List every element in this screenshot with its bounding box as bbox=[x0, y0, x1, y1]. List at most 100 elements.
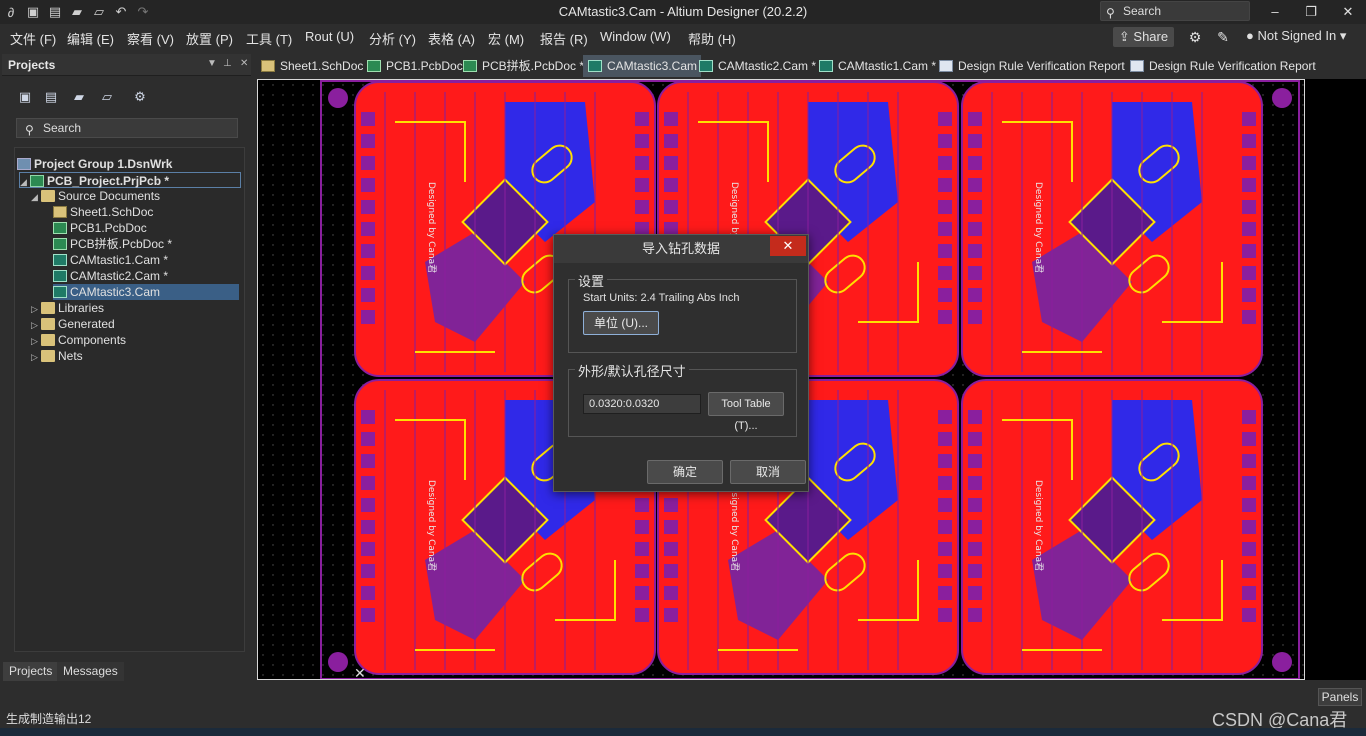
doc-tab-pcb1[interactable]: PCB1.PcbDoc bbox=[362, 55, 467, 77]
tree-item-nets[interactable]: ▷ Nets bbox=[31, 348, 83, 364]
ok-button[interactable]: 确定 bbox=[647, 460, 723, 484]
tree-item-pcb1[interactable]: PCB1.PcbDoc bbox=[53, 220, 147, 236]
tree-item-generated[interactable]: ▷ Generated bbox=[31, 316, 115, 332]
dialog-close-button[interactable]: ✕ bbox=[770, 236, 806, 256]
folder-icon bbox=[41, 318, 55, 330]
doc-tab-drc-report-1[interactable]: Design Rule Verification Report bbox=[934, 55, 1129, 77]
collapse-arrow-icon[interactable]: ▷ bbox=[31, 317, 41, 333]
edge-pad bbox=[938, 564, 952, 578]
restore-icon[interactable]: ❐ bbox=[1296, 2, 1326, 22]
menu-edit[interactable]: 编辑 (E) bbox=[67, 29, 114, 48]
tool-table-button[interactable]: Tool Table (T)... bbox=[708, 392, 784, 432]
expand-arrow-icon[interactable]: ◢ bbox=[20, 174, 30, 190]
pcb-doc-icon bbox=[367, 60, 381, 72]
global-search-input[interactable]: ⚲ Search bbox=[1100, 1, 1250, 21]
gear-icon[interactable]: ⚙ bbox=[1186, 28, 1204, 46]
doc-tab-drc-report-2[interactable]: Design Rule Verification Report bbox=[1125, 55, 1320, 77]
doc-tab-label: Sheet1.SchDoc bbox=[280, 59, 364, 73]
edge-pad bbox=[938, 432, 952, 446]
edge-pad bbox=[361, 410, 375, 424]
tree-item-camtastic1[interactable]: CAMtastic1.Cam * bbox=[53, 252, 168, 268]
add-folder-icon[interactable]: ▰ bbox=[70, 89, 88, 107]
tree-label: CAMtastic3.Cam bbox=[70, 285, 161, 299]
menu-help[interactable]: 帮助 (H) bbox=[688, 29, 736, 48]
doc-tab-camtastic2[interactable]: CAMtastic2.Cam * bbox=[694, 55, 820, 77]
save-all-projects-icon[interactable]: ▤ bbox=[42, 89, 60, 107]
tree-item-camtastic2[interactable]: CAMtastic2.Cam * bbox=[53, 268, 168, 284]
shape-size-group-label: 外形/默认孔径尺寸 bbox=[575, 361, 689, 380]
collapse-arrow-icon[interactable]: ▷ bbox=[31, 349, 41, 365]
tab-messages[interactable]: Messages bbox=[57, 662, 124, 681]
edge-pad bbox=[635, 498, 649, 512]
edge-pad bbox=[635, 542, 649, 556]
share-icon: ⇪ bbox=[1118, 29, 1134, 44]
tree-item-sheet1[interactable]: Sheet1.SchDoc bbox=[53, 204, 153, 220]
account-menu[interactable]: ● Not Signed In ▾ bbox=[1246, 28, 1346, 44]
project-search-input[interactable]: ⚲ Search bbox=[16, 118, 238, 138]
edge-pad bbox=[968, 266, 982, 280]
cam-doc-icon bbox=[53, 286, 67, 298]
panel-close-icon[interactable]: ✕ bbox=[240, 58, 248, 69]
share-label: Share bbox=[1133, 29, 1169, 44]
settings-icon[interactable]: ⚙ bbox=[131, 89, 149, 107]
folder-options-icon[interactable]: ▱ bbox=[98, 89, 116, 107]
edge-pad bbox=[968, 586, 982, 600]
cam-doc-icon bbox=[53, 254, 67, 266]
collapse-arrow-icon[interactable]: ▷ bbox=[31, 301, 41, 317]
cancel-button[interactable]: 取消 bbox=[730, 460, 806, 484]
edge-pad bbox=[968, 288, 982, 302]
save-project-icon[interactable]: ▣ bbox=[16, 89, 34, 107]
minimize-icon[interactable]: – bbox=[1260, 2, 1290, 22]
tree-item-project-group[interactable]: Project Group 1.DsnWrk bbox=[17, 156, 172, 172]
canvas-margin bbox=[1305, 79, 1366, 680]
menu-view[interactable]: 察看 (V) bbox=[127, 29, 174, 48]
close-icon[interactable]: ✕ bbox=[1333, 2, 1363, 22]
menu-tools[interactable]: 工具 (T) bbox=[246, 29, 292, 48]
tree-item-libraries[interactable]: ▷ Libraries bbox=[31, 300, 104, 316]
menu-tables[interactable]: 表格 (A) bbox=[428, 29, 475, 48]
doc-tab-pcb-panel[interactable]: PCB拼板.PcbDoc * bbox=[458, 55, 588, 77]
hole-size-field[interactable]: 0.0320:0.0320 bbox=[583, 394, 701, 414]
tab-projects[interactable]: Projects bbox=[3, 662, 59, 681]
edge-pad bbox=[1242, 244, 1256, 258]
doc-tab-label: CAMtastic1.Cam * bbox=[838, 59, 937, 73]
doc-tab-camtastic1[interactable]: CAMtastic1.Cam * bbox=[814, 55, 940, 77]
edge-pad bbox=[664, 498, 678, 512]
doc-tab-sheet1[interactable]: Sheet1.SchDoc bbox=[256, 55, 367, 77]
panel-menu-icon[interactable]: ▼ bbox=[207, 58, 217, 69]
menu-analysis[interactable]: 分析 (Y) bbox=[369, 29, 416, 48]
expand-arrow-icon[interactable]: ◢ bbox=[31, 189, 41, 205]
collapse-arrow-icon[interactable]: ▷ bbox=[31, 333, 41, 349]
pin-icon[interactable]: ⊥ bbox=[223, 58, 232, 69]
menu-macro[interactable]: 宏 (M) bbox=[488, 29, 524, 48]
edge-pad bbox=[635, 520, 649, 534]
edge-pad bbox=[361, 134, 375, 148]
edge-pad bbox=[938, 222, 952, 236]
project-icon bbox=[30, 175, 44, 187]
edge-pad bbox=[1242, 454, 1256, 468]
panels-button[interactable]: Panels bbox=[1318, 688, 1362, 706]
edge-pad bbox=[664, 134, 678, 148]
tree-label: Components bbox=[58, 333, 127, 347]
tree-item-pcb-panel[interactable]: PCB拼板.PcbDoc * bbox=[53, 236, 172, 252]
tree-item-components[interactable]: ▷ Components bbox=[31, 332, 126, 348]
edge-pad bbox=[664, 564, 678, 578]
menu-route[interactable]: Rout (U) bbox=[305, 29, 354, 44]
menu-window[interactable]: Window (W) bbox=[600, 29, 671, 44]
menu-file[interactable]: 文件 (F) bbox=[10, 29, 56, 48]
notifications-off-icon[interactable]: ✎ bbox=[1214, 28, 1232, 46]
edge-pad bbox=[361, 476, 375, 490]
edge-pad bbox=[361, 156, 375, 170]
edge-pad bbox=[968, 310, 982, 324]
units-button[interactable]: 单位 (U)... bbox=[583, 311, 659, 335]
edge-pad bbox=[1242, 134, 1256, 148]
doc-tab-camtastic3[interactable]: CAMtastic3.Cam bbox=[583, 55, 702, 77]
edge-pad bbox=[968, 244, 982, 258]
tree-item-camtastic3[interactable]: CAMtastic3.Cam bbox=[53, 284, 239, 300]
menu-place[interactable]: 放置 (P) bbox=[186, 29, 233, 48]
tree-item-source-documents[interactable]: ◢ Source Documents bbox=[31, 188, 160, 204]
edge-pad bbox=[664, 200, 678, 214]
menu-reports[interactable]: 报告 (R) bbox=[540, 29, 588, 48]
share-button[interactable]: ⇪ Share bbox=[1113, 27, 1174, 47]
tree-item-project[interactable]: ◢ PCB_Project.PrjPcb * bbox=[19, 172, 241, 188]
